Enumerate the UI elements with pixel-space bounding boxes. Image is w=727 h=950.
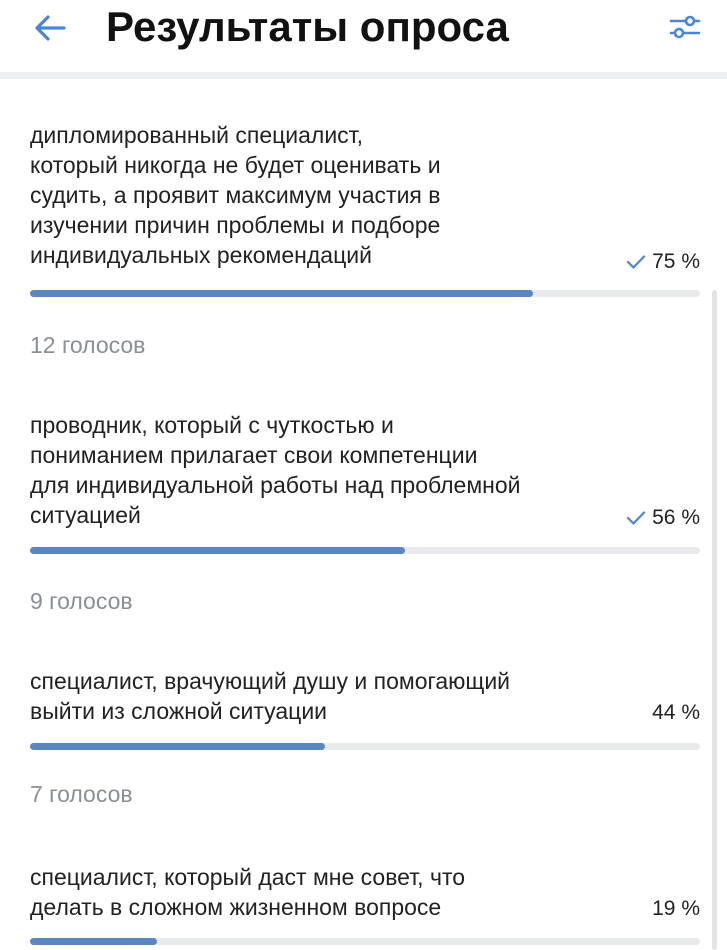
result-bar-fill — [30, 938, 158, 945]
top-app-bar: Результаты опроса — [0, 0, 727, 79]
result-bar-fill — [30, 547, 406, 554]
option-percent: 19 % — [652, 897, 700, 921]
votes-count: 9 голосов — [30, 588, 133, 614]
arrow-left-icon — [35, 15, 66, 41]
check-icon — [627, 511, 646, 525]
option-text: специалист, который даст мне совет, что … — [30, 864, 466, 920]
result-bar — [30, 547, 700, 554]
votes-count: 12 голосов — [30, 332, 146, 358]
votes-count: 7 голосов — [30, 781, 133, 807]
result-bar — [30, 938, 700, 945]
option-percent: 56 % — [626, 506, 700, 530]
result-bar — [30, 743, 700, 750]
option-percent-label: 75 % — [652, 250, 700, 273]
check-icon — [627, 255, 646, 269]
result-bar — [30, 290, 700, 297]
back-button[interactable] — [30, 8, 70, 48]
option-text: проводник, который с чуткостью и пониман… — [30, 412, 521, 528]
option-percent-label: 56 % — [652, 506, 700, 529]
option-text: специалист, врачующий душу и помогающий … — [30, 668, 511, 724]
sliders-icon — [669, 15, 701, 39]
option-percent-label: 19 % — [652, 897, 700, 920]
option-percent: 44 % — [652, 701, 700, 725]
scrollbar[interactable] — [712, 290, 717, 950]
page-title: Результаты опроса — [106, 3, 509, 50]
filter-button[interactable] — [665, 10, 705, 44]
result-bar-fill — [30, 743, 325, 750]
option-percent-label: 44 % — [652, 701, 700, 724]
result-bar-fill — [30, 290, 533, 297]
option-percent: 75 % — [626, 250, 700, 274]
option-text: дипломированный специалист, который нико… — [30, 122, 441, 268]
